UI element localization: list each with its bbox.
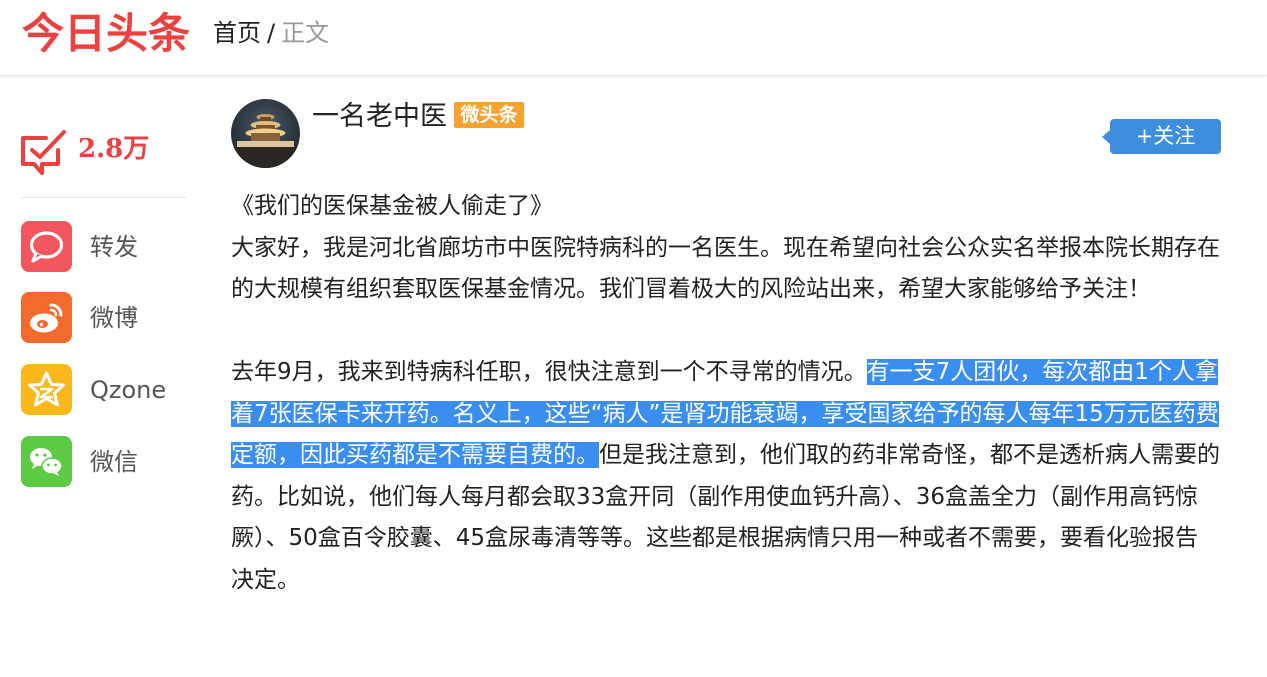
share-qzone[interactable]: Qzone xyxy=(21,364,191,416)
follow-button[interactable]: +关注 xyxy=(1102,119,1221,154)
share-qzone-label: Qzone xyxy=(90,376,167,404)
weitoutiao-badge: 微头条 xyxy=(454,102,524,128)
share-repost[interactable]: 转发 xyxy=(21,221,191,273)
article-body: 《我们的医保基金被人偷走了》 大家好，我是河北省廊坊市中医院特病科的一名医生。现… xyxy=(231,186,1221,601)
qzone-icon[interactable] xyxy=(21,364,72,415)
share-repost-label: 转发 xyxy=(90,233,138,261)
share-weibo[interactable]: 微博 xyxy=(21,292,191,344)
share-wechat-label: 微信 xyxy=(90,448,138,476)
article-paragraph-1: 大家好，我是河北省廊坊市中医院特病科的一名医生。现在希望向社会公众实名举报本院长… xyxy=(231,234,1220,303)
breadcrumb-current: 正文 xyxy=(281,19,330,47)
article-paragraph-2: 去年9月，我来到特病科任职，很快注意到一个不寻常的情况。有一支7人团伙，每次都由… xyxy=(231,352,1221,601)
author-name[interactable]: 一名老中医 xyxy=(312,100,447,134)
author-avatar[interactable] xyxy=(231,99,300,168)
paragraph-2-text-before: 去年9月，我来到特病科任职，很快注意到一个不寻常的情况。 xyxy=(231,359,867,385)
breadcrumb: 首页 / 正文 xyxy=(213,17,329,49)
weibo-icon[interactable] xyxy=(21,292,72,343)
wechat-icon[interactable] xyxy=(21,436,72,487)
share-weibo-label: 微博 xyxy=(90,304,138,332)
repost-icon[interactable] xyxy=(21,221,72,272)
breadcrumb-home-link[interactable]: 首页 xyxy=(213,19,261,47)
share-wechat[interactable]: 微信 xyxy=(21,436,191,488)
like-count: 2.8万 xyxy=(78,134,150,164)
top-header: 今日头条 首页 / 正文 xyxy=(0,0,1267,76)
like-widget[interactable]: 2.8万 xyxy=(20,126,190,182)
article-title: 《我们的医保基金被人偷走了》 xyxy=(231,193,553,219)
breadcrumb-separator: / xyxy=(267,19,276,47)
sidebar-divider xyxy=(20,197,186,198)
like-icon[interactable] xyxy=(20,126,68,176)
toutiao-logo[interactable]: 今日头条 xyxy=(22,9,190,59)
